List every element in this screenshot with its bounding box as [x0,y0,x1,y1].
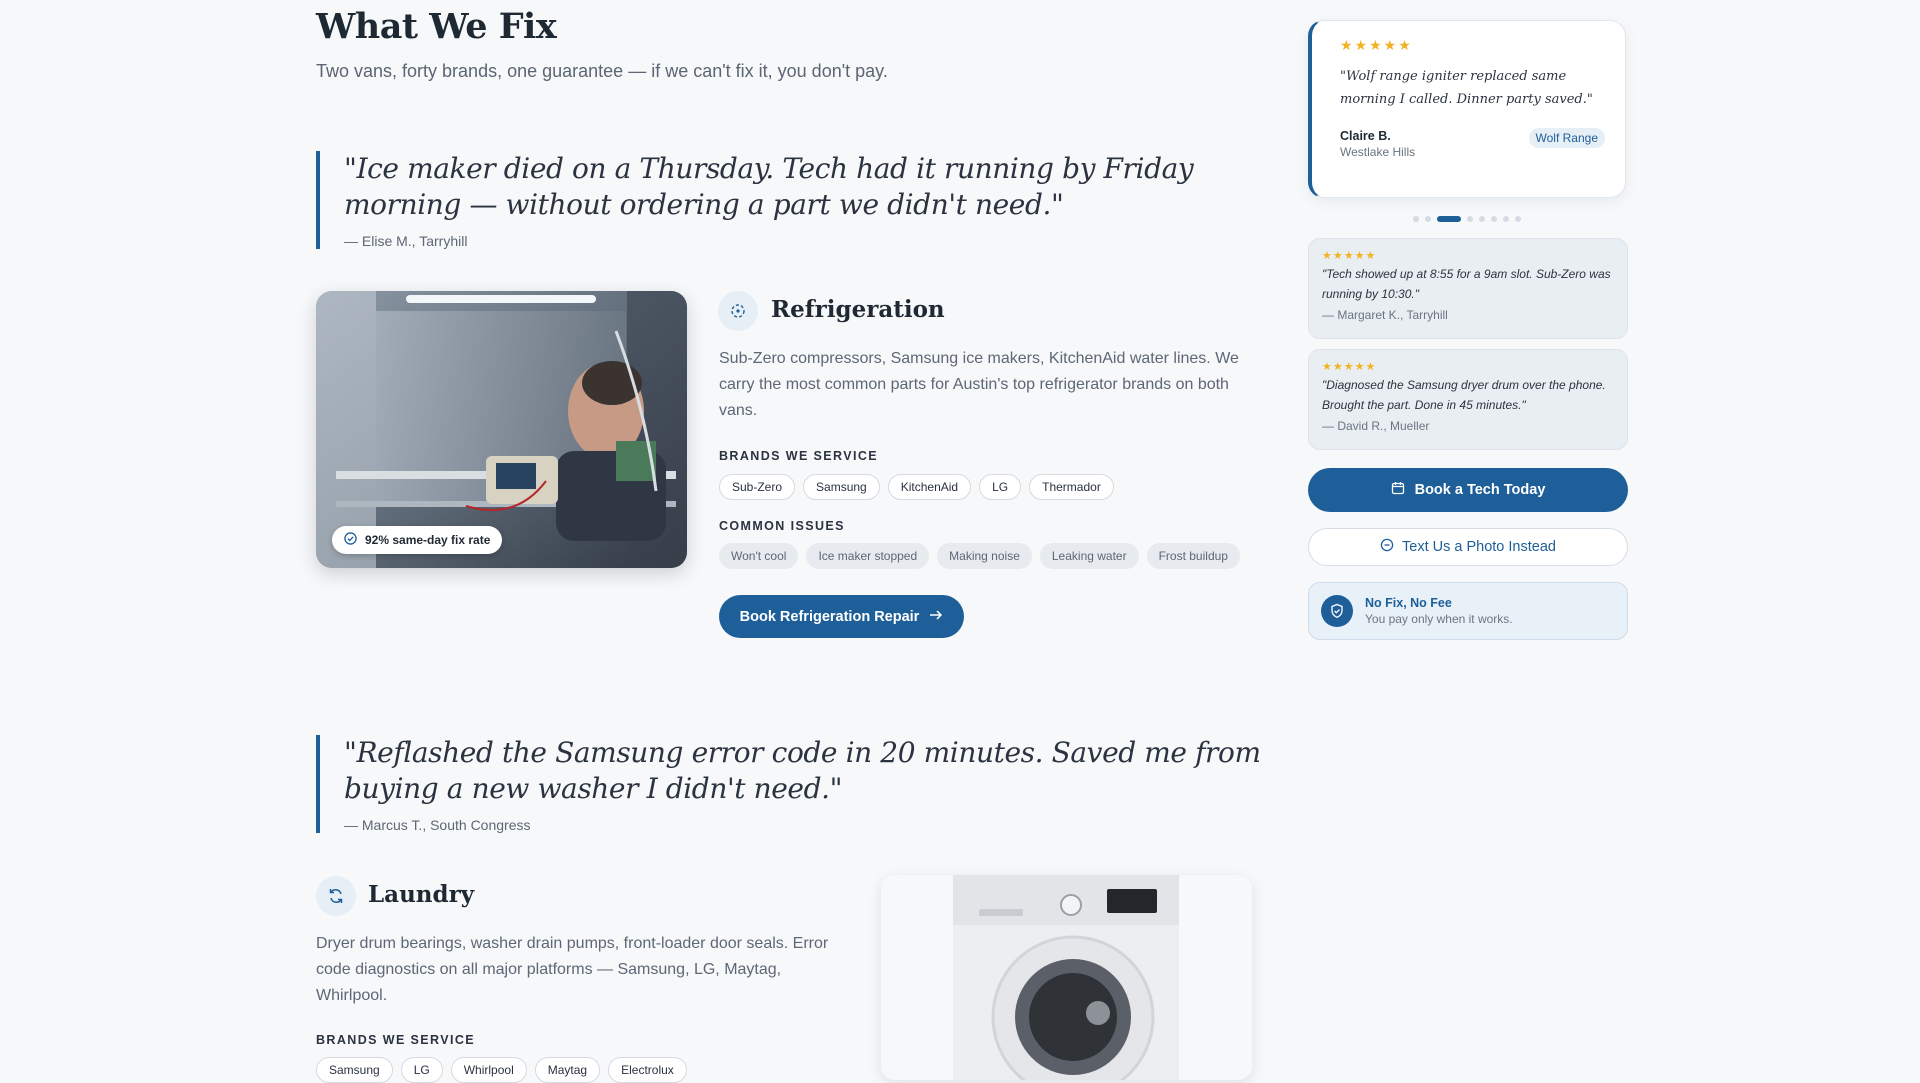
issue-chip: Making noise [937,543,1032,569]
review-text: "Tech showed up at 8:55 for a 9am slot. … [1322,267,1611,301]
review-author: — David R., Mueller [1322,419,1430,433]
refrigeration-photo: 92% same-day fix rate [316,291,687,568]
issue-chip: Won't cool [719,543,799,569]
issue-chip: Frost buildup [1146,543,1240,569]
page-subtitle: Two vans, forty brands, one guarantee — … [316,61,888,81]
carousel-dots [1413,216,1521,222]
appliance-tag: Wolf Range [1528,128,1605,148]
chat-bubble-icon [1380,538,1394,556]
fix-rate-label: 92% same-day fix rate [365,533,491,547]
review-card: ★★★★★ "Tech showed up at 8:55 for a 9am … [1308,238,1628,339]
guarantee-subtitle: You pay only when it works. [1365,612,1513,626]
quote-author: — Marcus T., South Congress [344,817,531,833]
book-tech-button[interactable]: Book a Tech Today [1308,468,1628,512]
carousel-dot[interactable] [1491,216,1497,222]
brands-label: BRANDS WE SERVICE [719,449,879,463]
guarantee-title: No Fix, No Fee [1365,596,1452,610]
washing-machine-image [881,875,1252,1080]
quote-author: — Elise M., Tarryhill [344,233,468,249]
fix-rate-badge: 92% same-day fix rate [332,526,503,554]
shield-check-icon [1321,595,1353,627]
rating-stars: ★★★★★ [1340,37,1413,53]
brand-chip: Whirlpool [450,1057,527,1083]
brand-chip: Electrolux [608,1057,687,1083]
carousel-dot[interactable] [1425,216,1431,222]
laundry-description: Dryer drum bearings, washer drain pumps,… [316,935,829,1004]
featured-review-card: ★★★★★ "Wolf range igniter replaced same … [1308,20,1626,198]
carousel-dot[interactable] [1479,216,1485,222]
issue-chip: Ice maker stopped [806,543,930,569]
brand-chip: Thermador [1029,474,1114,500]
featured-review-text: "Wolf range igniter replaced same mornin… [1340,69,1593,107]
text-photo-label: Text Us a Photo Instead [1402,539,1556,555]
issues-label: COMMON ISSUES [719,519,845,533]
refresh-icon [316,876,356,916]
check-circle-icon [344,532,357,548]
carousel-dot[interactable] [1413,216,1419,222]
laundry-title: Laundry [368,881,475,908]
carousel-dot[interactable] [1503,216,1509,222]
brand-chip: LG [400,1057,443,1083]
brand-chip: KitchenAid [887,474,972,500]
guarantee-box: No Fix, No Fee You pay only when it work… [1308,582,1628,640]
reviewer-name: Claire B. [1340,129,1391,143]
refrigeration-title: Refrigeration [771,296,945,323]
quote-text: "Ice maker died on a Thursday. Tech had … [344,152,1194,221]
refrigeration-brand-list: Sub-Zero Samsung KitchenAid LG Thermador [719,474,1114,500]
brand-chip: Maytag [534,1057,601,1083]
brand-chip: LG [979,474,1022,500]
snowflake-icon [718,291,758,331]
quote-text: "Reflashed the Samsung error code in 20 … [344,736,1261,805]
carousel-dot[interactable] [1467,216,1473,222]
book-tech-label: Book a Tech Today [1414,482,1546,498]
refrigeration-issue-list: Won't cool Ice maker stopped Making nois… [719,543,1240,569]
issue-chip: Leaking water [1039,543,1139,569]
testimonial-quote: "Ice maker died on a Thursday. Tech had … [316,151,1284,249]
reviewer-location: Westlake Hills [1340,145,1416,159]
testimonial-quote: "Reflashed the Samsung error code in 20 … [316,735,1284,833]
calendar-icon [1391,481,1405,499]
laundry-photo [881,875,1252,1080]
rating-stars: ★★★★★ [1322,361,1377,373]
carousel-dot[interactable] [1515,216,1521,222]
review-text: "Diagnosed the Samsung dryer drum over t… [1322,378,1606,412]
page-title: What We Fix [316,6,557,47]
arrow-right-icon [929,609,943,625]
book-refrigeration-label: Book Refrigeration Repair [739,608,920,625]
brand-chip: Samsung [803,474,880,500]
review-author: — Margaret K., Tarryhill [1322,308,1448,322]
rating-stars: ★★★★★ [1322,250,1377,262]
brand-chip: Sub-Zero [719,474,796,500]
carousel-dot-active[interactable] [1437,216,1461,222]
laundry-brand-list: Samsung LG Whirlpool Maytag Electrolux [316,1057,687,1083]
brands-label: BRANDS WE SERVICE [316,1033,476,1047]
review-card: ★★★★★ "Diagnosed the Samsung dryer drum … [1308,349,1628,450]
brand-chip: Samsung [316,1057,393,1083]
text-photo-button[interactable]: Text Us a Photo Instead [1308,528,1628,566]
refrigeration-description: Sub-Zero compressors, Samsung ice makers… [719,350,1239,419]
book-refrigeration-button[interactable]: Book Refrigeration Repair [719,595,964,638]
